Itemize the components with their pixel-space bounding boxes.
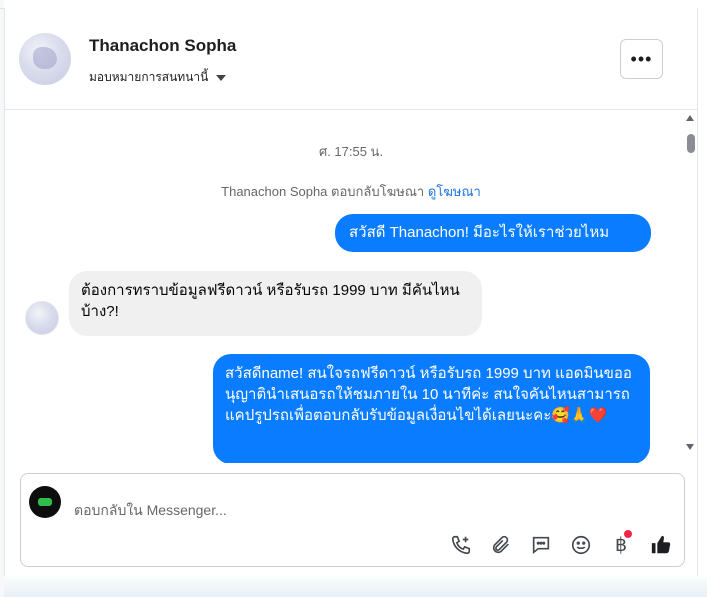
notification-dot — [624, 530, 632, 538]
composer-toolbar: ฿ — [448, 530, 674, 558]
contact-name[interactable]: Thanachon Sopha — [89, 36, 236, 56]
ad-reply-text: Thanachon Sopha ตอบกลับโฆษณา — [221, 184, 425, 199]
message-timestamp: ศ. 17:55 น. — [318, 144, 384, 159]
ad-reply-notice: Thanachon Sopha ตอบกลับโฆษณา ดูโฆษณา — [5, 181, 697, 202]
more-options-button[interactable]: ••• — [620, 39, 663, 79]
message-thread[interactable]: ศ. 17:55 น. Thanachon Sopha ตอบกลับโฆษณา… — [5, 111, 697, 463]
chevron-down-icon — [216, 74, 227, 81]
scroll-down-arrow-icon[interactable] — [686, 444, 694, 450]
scroll-up-arrow-icon[interactable] — [686, 115, 694, 121]
conversation-panel: Thanachon Sopha มอบหมายการสนทนานี้ ••• ศ… — [4, 8, 698, 576]
reply-input[interactable]: ตอบกลับใน Messenger... — [74, 500, 227, 522]
message-composer[interactable]: ตอบกลับใน Messenger... ฿ — [20, 473, 685, 567]
conversation-header: Thanachon Sopha มอบหมายการสนทนานี้ ••• — [5, 8, 697, 110]
contact-avatar-small — [25, 301, 59, 335]
smiley-icon[interactable] — [568, 532, 594, 558]
incoming-message[interactable]: ต้องการทราบข้อมูลฟรีดาวน์ หรือรับรถ 1999… — [69, 271, 482, 336]
outgoing-message[interactable]: สวัสดีname! สนใจรถฟรีดาวน์ หรือรับรถ 199… — [213, 354, 650, 463]
outgoing-message[interactable]: สวัสดี Thanachon! มีอะไรให้เราช่วยไหม — [335, 214, 651, 252]
view-ad-link[interactable]: ดูโฆษณา — [428, 184, 481, 199]
chat-bubble-icon[interactable] — [528, 532, 554, 558]
phone-add-icon[interactable] — [448, 532, 474, 558]
inbox-frame: Thanachon Sopha มอบหมายการสนทนานี้ ••• ศ… — [0, 0, 707, 597]
thumbs-up-icon[interactable] — [648, 532, 674, 558]
assign-conversation-dropdown[interactable]: มอบหมายการสนทนานี้ — [89, 68, 227, 87]
page-avatar — [29, 486, 61, 518]
contact-avatar[interactable] — [19, 33, 71, 85]
baht-icon[interactable]: ฿ — [608, 530, 634, 558]
paperclip-icon[interactable] — [488, 532, 514, 558]
assign-label: มอบหมายการสนทนานี้ — [89, 70, 209, 84]
